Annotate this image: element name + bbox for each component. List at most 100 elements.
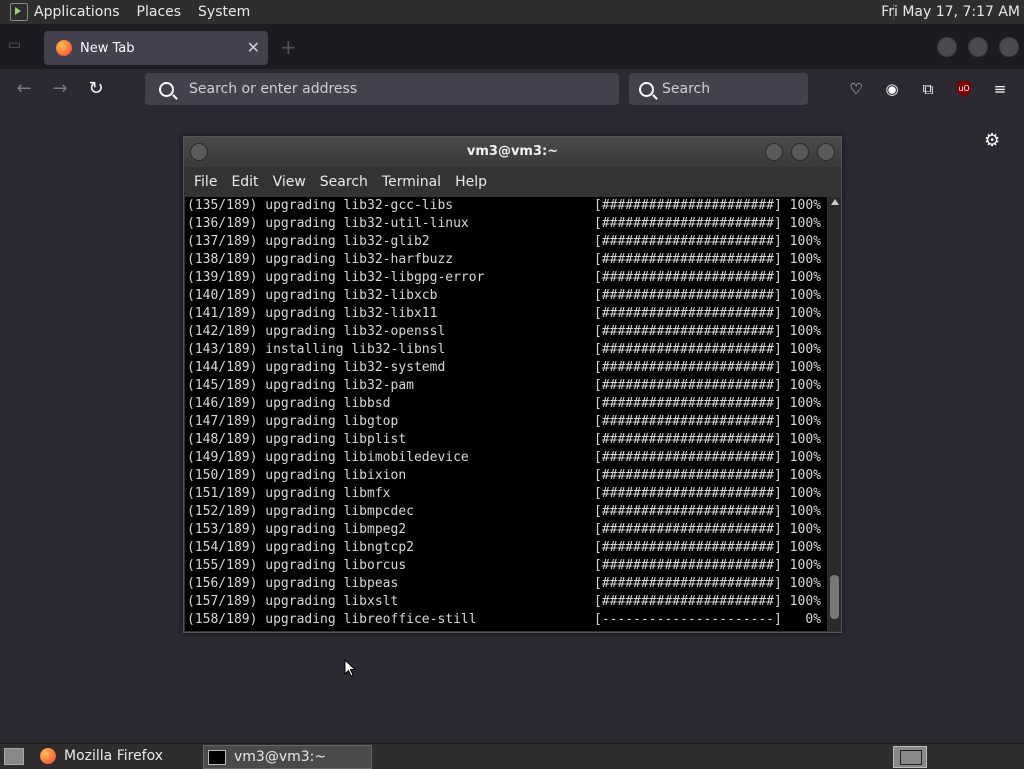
scroll-up-icon[interactable] — [831, 199, 839, 205]
search-placeholder: Search — [662, 81, 711, 97]
terminal-scrollbar[interactable] — [828, 197, 841, 631]
clock[interactable]: Fri May 17, 7:17 AM — [881, 4, 1020, 20]
terminal-line: (143/189) installing lib32-libnsl [######… — [185, 341, 827, 359]
reload-icon[interactable]: ↻ — [84, 77, 108, 101]
maximize-button[interactable] — [968, 37, 988, 57]
terminal-line: (135/189) upgrading lib32-gcc-libs [#####… — [185, 197, 827, 215]
ublock-origin-icon[interactable]: uO — [957, 81, 971, 96]
terminal-line: (138/189) upgrading lib32-harfbuzz [#####… — [185, 251, 827, 269]
progress-bar-text: [######################] — [594, 252, 782, 267]
progress-bar-text: [######################] — [594, 504, 782, 519]
menu-places[interactable]: Places — [137, 4, 182, 20]
progress-percent: 100% — [781, 252, 821, 267]
progress-bar-text: [######################] — [594, 414, 782, 429]
progress-percent: 100% — [781, 270, 821, 285]
progress-percent: 100% — [781, 378, 821, 393]
menu-view[interactable]: View — [273, 174, 306, 190]
terminal-line: (140/189) upgrading lib32-libxcb [#######… — [185, 287, 827, 305]
progress-percent: 100% — [781, 486, 821, 501]
terminal-line-text: (144/189) upgrading lib32-systemd — [187, 360, 446, 375]
menu-file[interactable]: File — [194, 174, 217, 190]
terminal-line: (142/189) upgrading lib32-openssl [######… — [185, 323, 827, 341]
progress-percent: 100% — [781, 396, 821, 411]
terminal-menubar: File Edit View Search Terminal Help — [184, 167, 841, 197]
search-icon — [639, 81, 654, 97]
minimize-button[interactable] — [765, 143, 783, 161]
terminal-line-text: (146/189) upgrading libbsd — [187, 396, 391, 411]
gear-icon[interactable]: ⚙ — [984, 130, 1000, 151]
minimize-button[interactable] — [937, 37, 957, 57]
menu-terminal[interactable]: Terminal — [382, 174, 441, 190]
window-menu-button[interactable] — [190, 143, 208, 161]
menu-system[interactable]: System — [198, 4, 250, 20]
terminal-titlebar[interactable]: vm3@vm3:~ — [184, 137, 841, 167]
show-desktop-icon[interactable] — [4, 748, 24, 765]
scrollbar-thumb[interactable] — [830, 575, 839, 619]
tab-new-tab[interactable]: New Tab ✕ — [44, 31, 268, 65]
close-window-button[interactable] — [999, 37, 1019, 57]
terminal-line-text: (149/189) upgrading libimobiledevice — [187, 450, 469, 465]
pocket-icon[interactable]: ♡ — [846, 79, 866, 99]
terminal-line-text: (135/189) upgrading lib32-gcc-libs — [187, 198, 454, 213]
progress-bar-text: [######################] — [594, 198, 782, 213]
progress-percent: 100% — [781, 198, 821, 213]
progress-bar-text: [######################] — [594, 360, 782, 375]
url-bar[interactable]: Search or enter address — [145, 73, 619, 105]
menu-help[interactable]: Help — [455, 174, 487, 190]
back-icon[interactable]: ← — [12, 77, 36, 101]
close-button[interactable] — [817, 143, 835, 161]
forward-icon[interactable]: → — [48, 77, 72, 101]
terminal-line-text: (138/189) upgrading lib32-harfbuzz — [187, 252, 454, 267]
terminal-line: (145/189) upgrading lib32-pam [##########… — [185, 377, 827, 395]
close-tab-icon[interactable]: ✕ — [247, 38, 260, 57]
terminal-line: (136/189) upgrading lib32-util-linux [###… — [185, 215, 827, 233]
terminal-line-text: (156/189) upgrading libpeas — [187, 576, 399, 591]
progress-bar-text: [######################] — [594, 288, 782, 303]
firefox-view-icon[interactable]: ▭ — [8, 37, 28, 57]
taskbar-item-terminal[interactable]: vm3@vm3:~ — [203, 745, 372, 769]
taskbar-item-firefox[interactable]: Mozilla Firefox — [36, 745, 163, 767]
progress-percent: 100% — [781, 414, 821, 429]
firefox-tab-bar: ▭ New Tab ✕ + — [0, 25, 1024, 69]
terminal-line-text: (151/189) upgrading libmfx — [187, 486, 391, 501]
menu-search[interactable]: Search — [320, 174, 368, 190]
menu-applications[interactable]: Applications — [34, 4, 120, 20]
menu-edit[interactable]: Edit — [231, 174, 258, 190]
progress-percent: 100% — [781, 234, 821, 249]
search-bar[interactable]: Search — [629, 73, 808, 105]
extensions-icon[interactable]: ⧉ — [918, 79, 938, 99]
progress-percent: 100% — [781, 558, 821, 573]
mouse-cursor-icon — [344, 659, 356, 677]
terminal-line-text: (139/189) upgrading lib32-libgpg-error — [187, 270, 485, 285]
terminal-launcher-icon[interactable] — [10, 3, 28, 21]
progress-bar-text: [######################] — [594, 468, 782, 483]
progress-percent: 100% — [781, 504, 821, 519]
account-icon[interactable]: ◉ — [882, 79, 902, 99]
terminal-line: (156/189) upgrading libpeas [############… — [185, 575, 827, 593]
maximize-button[interactable] — [791, 143, 809, 161]
terminal-line: (147/189) upgrading libgtop [############… — [185, 413, 827, 431]
progress-bar-text: [######################] — [594, 594, 782, 609]
workspace-switcher[interactable] — [893, 746, 927, 768]
terminal-line: (139/189) upgrading lib32-libgpg-error [#… — [185, 269, 827, 287]
terminal-line-text: (145/189) upgrading lib32-pam — [187, 378, 414, 393]
progress-percent: 100% — [781, 450, 821, 465]
terminal-line-text: (154/189) upgrading libngtcp2 — [187, 540, 414, 555]
terminal-title: vm3@vm3:~ — [466, 144, 559, 159]
bottom-panel: Mozilla Firefox vm3@vm3:~ — [0, 743, 1024, 769]
progress-percent: 0% — [781, 612, 821, 627]
progress-percent: 100% — [781, 216, 821, 231]
hamburger-menu-icon[interactable]: ≡ — [990, 79, 1010, 99]
terminal-line-text: (140/189) upgrading lib32-libxcb — [187, 288, 438, 303]
taskbar-label: Mozilla Firefox — [64, 748, 164, 764]
url-placeholder: Search or enter address — [189, 81, 358, 97]
new-tab-icon[interactable]: + — [280, 35, 297, 59]
terminal-line-text: (147/189) upgrading libgtop — [187, 414, 399, 429]
terminal-line-text: (137/189) upgrading lib32-glib2 — [187, 234, 430, 249]
progress-percent: 100% — [781, 468, 821, 483]
firefox-icon — [56, 40, 72, 56]
terminal-output[interactable]: (135/189) upgrading lib32-gcc-libs [#####… — [185, 197, 827, 631]
progress-bar-text: [######################] — [594, 522, 782, 537]
terminal-line-text: (142/189) upgrading lib32-openssl — [187, 324, 446, 339]
terminal-line: (150/189) upgrading libixion [###########… — [185, 467, 827, 485]
